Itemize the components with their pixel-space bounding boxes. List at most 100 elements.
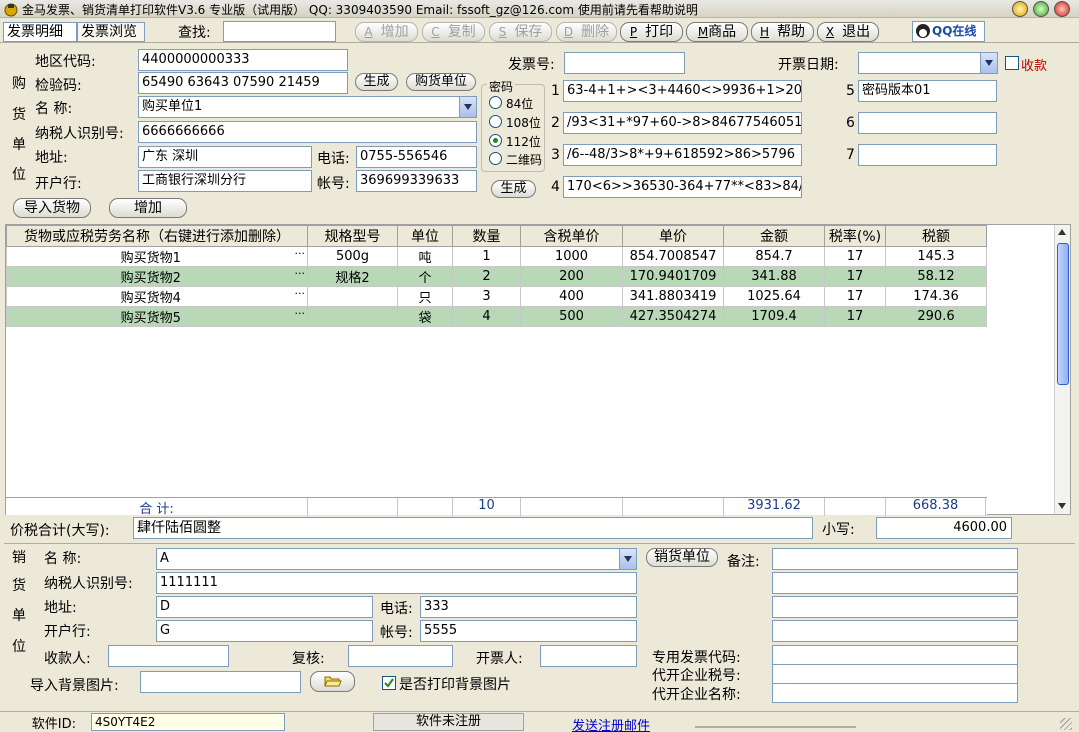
buyer-unit-button[interactable]: 购货单位 bbox=[406, 73, 476, 91]
cell-amount[interactable]: 854.7 bbox=[723, 246, 825, 267]
seller-address-field[interactable]: D bbox=[156, 596, 373, 618]
seller-account-field[interactable]: 5555 bbox=[420, 620, 637, 642]
send-register-mail-link[interactable]: 发送注册邮件 bbox=[572, 715, 650, 732]
cipher-line-2[interactable]: /93<31+*97+60->8>84677546051 bbox=[563, 112, 802, 134]
cell-unit[interactable]: 袋 bbox=[397, 306, 453, 327]
cell-qty[interactable]: 3 bbox=[452, 286, 521, 307]
cipher-qrcode-radio[interactable] bbox=[489, 152, 502, 165]
cell-price[interactable]: 854.7008547 bbox=[622, 246, 724, 267]
reviewer-field[interactable] bbox=[348, 645, 453, 667]
column-header[interactable]: 货物或应税劳务名称（右键进行添加删除） bbox=[6, 225, 308, 247]
cipher-line-4[interactable]: 170<6>>36530-364+77**<83>84/ bbox=[563, 176, 802, 198]
invoice-date-select[interactable] bbox=[858, 52, 998, 74]
column-header[interactable]: 税率(%) bbox=[824, 225, 886, 247]
cell-spec[interactable] bbox=[307, 286, 398, 307]
chevron-down-icon[interactable] bbox=[980, 53, 997, 73]
tab-invoice-detail[interactable]: 发票明细 bbox=[3, 22, 77, 42]
remark-line-2[interactable] bbox=[772, 572, 1018, 594]
agent-name-field[interactable] bbox=[772, 683, 1018, 703]
more-icon[interactable]: ··· bbox=[295, 307, 308, 320]
cell-name[interactable]: 购买货物2 ··· bbox=[6, 266, 308, 287]
import-goods-button[interactable]: 导入货物 bbox=[13, 198, 91, 218]
cell-spec[interactable]: 500g bbox=[307, 246, 398, 267]
invoice-number-field[interactable] bbox=[564, 52, 685, 74]
cell-price-tax[interactable]: 400 bbox=[520, 286, 623, 307]
cell-unit[interactable]: 个 bbox=[397, 266, 453, 287]
more-icon[interactable]: ··· bbox=[295, 247, 308, 260]
cell-rate[interactable]: 17 bbox=[824, 246, 886, 267]
column-header[interactable]: 金额 bbox=[723, 225, 825, 247]
buyer-bank-field[interactable]: 工商银行深圳分行 bbox=[138, 170, 312, 192]
cell-qty[interactable]: 4 bbox=[452, 306, 521, 327]
more-icon[interactable]: ··· bbox=[295, 267, 308, 280]
column-header[interactable]: 税额 bbox=[885, 225, 987, 247]
cipher-112-radio[interactable] bbox=[489, 134, 502, 147]
cell-tax[interactable]: 290.6 bbox=[885, 306, 987, 327]
scroll-thumb[interactable] bbox=[1057, 243, 1069, 385]
total-small-field[interactable]: 4600.00 bbox=[876, 517, 1012, 539]
goods-button[interactable]: M商品 bbox=[686, 22, 748, 42]
column-header[interactable]: 单价 bbox=[622, 225, 724, 247]
cipher-108-radio[interactable] bbox=[489, 115, 502, 128]
maximize-icon[interactable] bbox=[1033, 1, 1049, 17]
buyer-name-select[interactable]: 购买单位1 bbox=[138, 96, 477, 118]
seller-phone-field[interactable]: 333 bbox=[420, 596, 637, 618]
cell-name[interactable]: 购买货物1 ··· bbox=[6, 246, 308, 267]
cipher-line-1[interactable]: 63-4+1+><3+4460<>9936+1>2091 bbox=[563, 80, 802, 102]
cell-unit[interactable]: 只 bbox=[397, 286, 453, 307]
cipher-version-field[interactable]: 密码版本01 bbox=[858, 80, 997, 102]
cell-spec[interactable]: 规格2 bbox=[307, 266, 398, 287]
save-button[interactable]: S 保存 bbox=[489, 22, 552, 42]
column-header[interactable]: 数量 bbox=[452, 225, 521, 247]
cell-name[interactable]: 购买货物5 ··· bbox=[6, 306, 308, 327]
chevron-down-icon[interactable] bbox=[619, 549, 636, 569]
add-button[interactable]: A 增加 bbox=[355, 22, 418, 42]
cipher-84-radio[interactable] bbox=[489, 96, 502, 109]
total-caps-field[interactable]: 肆仟陆佰圆整 bbox=[133, 517, 813, 539]
cell-rate[interactable]: 17 bbox=[824, 266, 886, 287]
region-code-field[interactable]: 4400000000333 bbox=[138, 49, 348, 71]
extra-field-7[interactable] bbox=[858, 144, 997, 166]
cell-amount[interactable]: 1709.4 bbox=[723, 306, 825, 327]
more-icon[interactable]: ··· bbox=[295, 287, 308, 300]
cell-rate[interactable]: 17 bbox=[824, 286, 886, 307]
seller-name-select[interactable]: A bbox=[156, 548, 637, 570]
column-header[interactable]: 单位 bbox=[397, 225, 453, 247]
scroll-up-icon[interactable] bbox=[1058, 229, 1066, 235]
tab-invoice-browse[interactable]: 发票浏览 bbox=[77, 22, 145, 42]
cell-amount[interactable]: 341.88 bbox=[723, 266, 825, 287]
buyer-account-field[interactable]: 369699339633 bbox=[356, 170, 477, 192]
cell-amount[interactable]: 1025.64 bbox=[723, 286, 825, 307]
cell-price[interactable]: 170.9401709 bbox=[622, 266, 724, 287]
special-code-field[interactable] bbox=[772, 645, 1018, 665]
grid-scrollbar[interactable] bbox=[1054, 225, 1070, 514]
print-button[interactable]: P 打印 bbox=[620, 22, 683, 42]
cipher-line-3[interactable]: /6--48/3>8*+9+618592>86>5796 bbox=[563, 144, 802, 166]
table-row[interactable]: 购买货物1 ··· 500g 吨 1 1000 854.7008547 854.7… bbox=[6, 246, 987, 267]
generate-cipher-button[interactable]: 生成 bbox=[491, 180, 536, 198]
resize-grip-icon[interactable] bbox=[1060, 718, 1072, 730]
cell-unit[interactable]: 吨 bbox=[397, 246, 453, 267]
extra-field-6[interactable] bbox=[858, 112, 997, 134]
drawer-field[interactable] bbox=[540, 645, 637, 667]
add-goods-button[interactable]: 增加 bbox=[109, 198, 187, 218]
check-code-field[interactable]: 65490 63643 07590 21459 bbox=[138, 72, 348, 94]
column-header[interactable]: 含税单价 bbox=[520, 225, 623, 247]
exit-button[interactable]: X 退出 bbox=[817, 22, 879, 42]
copy-button[interactable]: C 复制 bbox=[422, 22, 485, 42]
cell-rate[interactable]: 17 bbox=[824, 306, 886, 327]
cell-tax[interactable]: 174.36 bbox=[885, 286, 987, 307]
cell-tax[interactable]: 145.3 bbox=[885, 246, 987, 267]
cell-price-tax[interactable]: 200 bbox=[520, 266, 623, 287]
table-row[interactable]: 购买货物2 ··· 规格2 个 2 200 170.9401709 341.88 … bbox=[6, 266, 987, 287]
seller-unit-button[interactable]: 销货单位 bbox=[646, 548, 718, 567]
cell-price[interactable]: 427.3504274 bbox=[622, 306, 724, 327]
remark-line-4[interactable] bbox=[772, 620, 1018, 642]
column-header[interactable]: 规格型号 bbox=[307, 225, 398, 247]
cell-qty[interactable]: 2 bbox=[452, 266, 521, 287]
buyer-tax-id-field[interactable]: 6666666666 bbox=[138, 121, 477, 143]
cell-price[interactable]: 341.8803419 bbox=[622, 286, 724, 307]
remark-line-3[interactable] bbox=[772, 596, 1018, 618]
generate-check-code-button[interactable]: 生成 bbox=[355, 73, 398, 91]
table-row[interactable]: 购买货物4 ··· 只 3 400 341.8803419 1025.64 17 … bbox=[6, 286, 987, 307]
